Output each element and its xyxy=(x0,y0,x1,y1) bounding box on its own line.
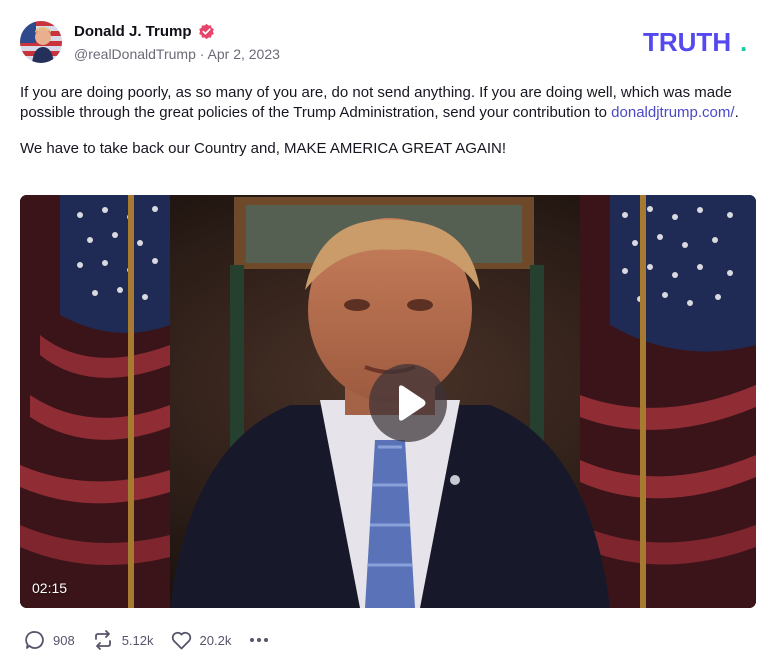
author-handle[interactable]: @realDonaldTrump xyxy=(74,46,196,62)
more-dot xyxy=(257,638,262,642)
avatar-image xyxy=(20,21,62,63)
more-dot xyxy=(264,638,269,642)
post-meta: @realDonaldTrump · Apr 2, 2023 xyxy=(74,46,280,62)
post-date[interactable]: Apr 2, 2023 xyxy=(208,46,280,62)
donation-link[interactable]: donaldjtrump.com/ xyxy=(611,104,734,121)
post-paragraph-1: If you are doing poorly, as so many of y… xyxy=(20,83,750,123)
post-actions: 908 5.12k 20.2k xyxy=(25,630,269,650)
meta-separator: · xyxy=(195,46,208,62)
logo-text: TRUTH xyxy=(643,29,731,55)
post-body: If you are doing poorly, as so many of y… xyxy=(20,83,750,159)
more-dots-icon xyxy=(250,638,255,642)
post-paragraph-2: We have to take back our Country and, MA… xyxy=(20,140,507,157)
logo-dot: . xyxy=(740,29,747,55)
retruth-button[interactable]: 5.12k xyxy=(92,630,154,650)
more-options-button[interactable] xyxy=(248,638,269,642)
truth-logo[interactable]: TRUTH . xyxy=(643,27,757,60)
video-duration: 02:15 xyxy=(32,580,68,596)
reply-button[interactable]: 908 xyxy=(25,630,75,650)
comment-icon xyxy=(25,631,44,649)
verified-badge-icon xyxy=(198,23,215,40)
play-icon xyxy=(399,385,426,421)
avatar[interactable] xyxy=(20,21,62,63)
retruth-count: 5.12k xyxy=(121,632,154,648)
video-player[interactable]: 02:15 xyxy=(20,195,756,608)
author-name[interactable]: Donald J. Trump xyxy=(74,23,192,40)
like-count: 20.2k xyxy=(199,632,232,648)
repost-icon xyxy=(94,630,111,650)
reply-count: 908 xyxy=(53,632,75,648)
post-header: Donald J. Trump @realDonaldTrump · Apr 2… xyxy=(20,21,757,65)
play-button[interactable] xyxy=(369,364,447,442)
like-button[interactable]: 20.2k xyxy=(171,631,232,650)
paragraph-1-end: . xyxy=(734,104,739,121)
heart-icon xyxy=(171,631,191,649)
